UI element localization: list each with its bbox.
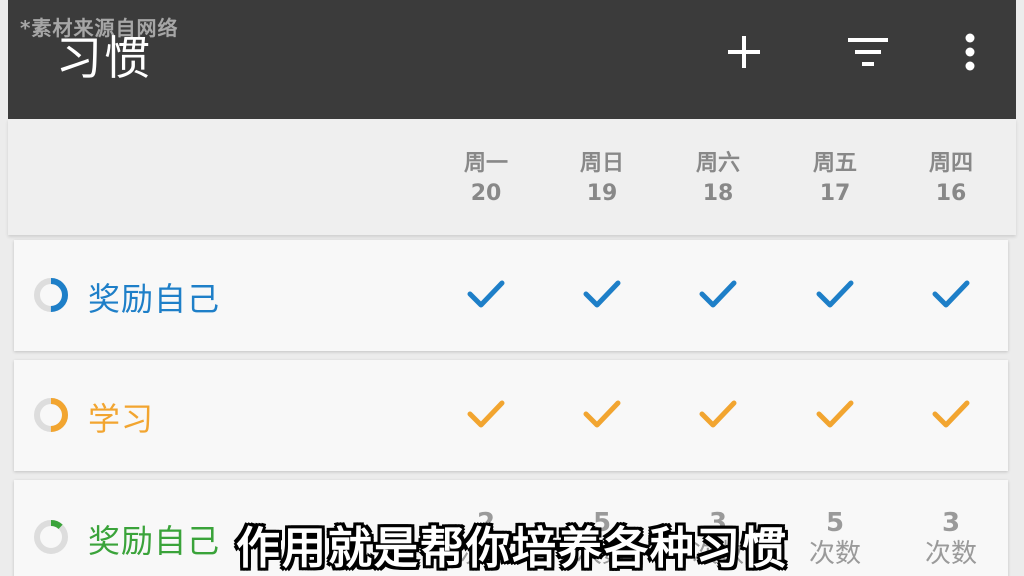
check-icon[interactable] [678, 278, 758, 314]
habit-row[interactable]: 学习 [14, 360, 1008, 471]
day-number: 19 [586, 181, 618, 206]
check-icon[interactable] [562, 398, 642, 434]
check-icon[interactable] [795, 398, 875, 434]
day-number: 20 [470, 181, 502, 206]
habit-name[interactable]: 奖励自己 [88, 274, 220, 320]
day-number: 18 [702, 181, 734, 206]
day-header[interactable]: 周六 18 [678, 149, 758, 209]
day-name: 周五 [812, 151, 857, 176]
day-name: 周四 [928, 151, 973, 176]
app-screen: 习惯 *素材来源自网络 周一 20 周日 19 周六 18 周五 17 周四 1… [0, 0, 1024, 576]
check-glyph [816, 400, 854, 428]
check-glyph [932, 400, 970, 428]
day-header[interactable]: 周一 20 [446, 149, 526, 209]
check-glyph [583, 400, 621, 428]
check-glyph [932, 280, 970, 308]
habit-row[interactable]: 奖励自己 [14, 240, 1008, 351]
habit-name[interactable]: 学习 [88, 394, 154, 440]
check-glyph [699, 400, 737, 428]
check-icon[interactable] [678, 398, 758, 434]
watermark-text: *素材来源自网络 [20, 16, 179, 40]
more-vert-icon[interactable] [946, 28, 994, 76]
habit-score-ring [34, 278, 68, 312]
check-icon[interactable] [911, 278, 991, 314]
check-glyph [583, 280, 621, 308]
check-icon[interactable] [446, 398, 526, 434]
video-subtitle: 作用就是帮你培养各种习惯 [236, 523, 788, 574]
check-glyph [699, 280, 737, 308]
check-icon[interactable] [562, 278, 642, 314]
check-glyph [816, 280, 854, 308]
day-header[interactable]: 周四 16 [911, 149, 991, 209]
day-number: 16 [935, 181, 967, 206]
filter-icon[interactable] [844, 28, 892, 76]
day-number: 17 [819, 181, 851, 206]
day-name: 周一 [463, 151, 508, 176]
check-icon[interactable] [446, 278, 526, 314]
check-glyph [467, 400, 505, 428]
check-icon[interactable] [795, 278, 875, 314]
day-header[interactable]: 周五 17 [795, 149, 875, 209]
day-header[interactable]: 周日 19 [562, 149, 642, 209]
date-header-row: 周一 20 周日 19 周六 18 周五 17 周四 16 [8, 119, 1016, 235]
check-icon[interactable] [911, 398, 991, 434]
check-glyph [467, 280, 505, 308]
day-name: 周六 [695, 151, 740, 176]
day-name: 周日 [579, 151, 624, 176]
plus-icon[interactable] [720, 28, 768, 76]
habit-score-ring [34, 398, 68, 432]
